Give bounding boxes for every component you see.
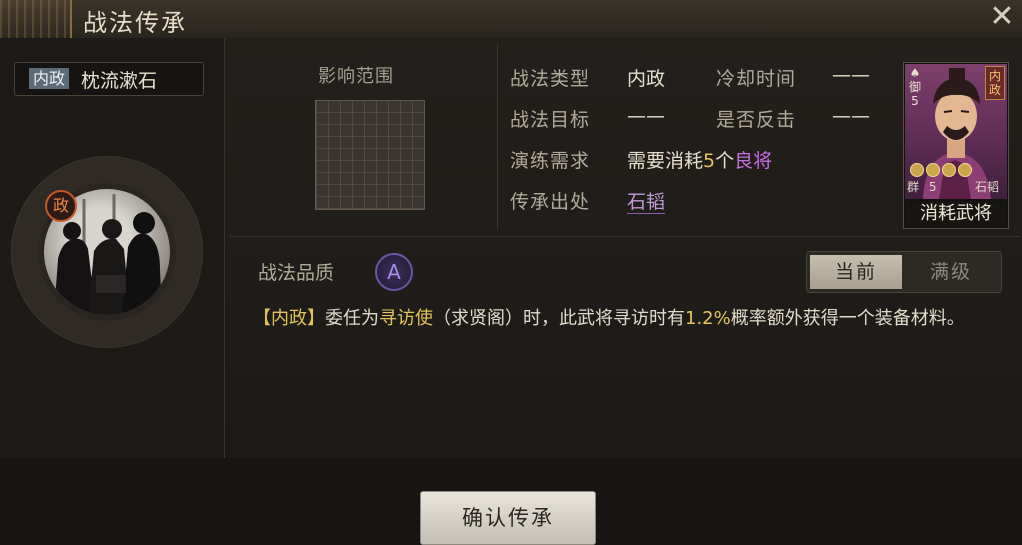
desc-part-2: （求贤阁）时，此武将寻访时有 [433,308,685,329]
range-label: 影响范围 [318,66,394,87]
type-label: 战法类型 [510,68,591,90]
source-link[interactable]: 石韬 [627,187,665,214]
cooldown-label: 冷却时间 [716,68,797,90]
require-label: 演练需求 [510,150,591,172]
quality-label: 战法品质 [258,262,335,284]
desc-role: 寻访使 [379,308,433,329]
general-cost: 5 [928,180,937,194]
consumed-general-card[interactable]: 内政 ♠ 御 5 群 5 石韬 消耗武将 [903,62,1009,229]
level-toggle: 当前 满级 [806,251,1002,293]
cooldown-value: —— [832,64,870,86]
general-tag: 内政 [985,66,1005,100]
require-rank: 良将 [734,150,773,172]
require-value: 需要消耗5个良将 [627,146,772,173]
counter-label: 是否反击 [716,109,797,131]
desc-part-1: 委任为 [325,308,379,329]
tab-current[interactable]: 当前 [810,255,902,289]
confirm-inherit-button[interactable]: 确认传承 [420,491,596,545]
skill-name-box: 内政 枕流漱石 [14,62,204,96]
skill-type-badge: 政 [45,190,77,222]
general-name: 石韬 [974,180,999,194]
type-value: 内政 [627,68,666,90]
desc-rate: 1.2% [685,308,731,329]
quality-grade-badge: A [375,253,413,291]
target-value: —— [627,105,665,127]
general-troop-value: 5 [911,94,919,108]
desc-tag: 【内政】 [253,308,325,329]
general-caption: 消耗武将 [905,201,1007,227]
window-title: 战法传承 [83,9,187,37]
skill-category-badge: 内政 [29,68,70,89]
range-grid [315,100,425,210]
star-icon [910,163,924,177]
title-bar: 战法传承 ✕ [0,0,1022,39]
tab-max-level[interactable]: 满级 [905,255,997,289]
desc-part-3: 概率额外获得一个装备材料。 [730,308,965,329]
skill-name: 枕流漱石 [81,70,158,92]
star-icon [926,163,940,177]
divider-vertical [497,44,498,229]
counter-value: —— [832,105,870,127]
spade-icon: ♠ [909,66,921,80]
divider-horizontal [230,236,1020,237]
require-prefix: 需要消耗 [627,150,704,172]
general-portrait: 内政 ♠ 御 5 群 5 石韬 [905,64,1007,199]
star-icon [958,163,972,177]
skill-description: 【内政】委任为寻访使（求贤阁）时，此武将寻访时有1.2%概率额外获得一个装备材料… [253,303,1003,335]
require-count: 5 [703,150,716,172]
target-label: 战法目标 [510,109,591,131]
star-icon [942,163,956,177]
general-info-row: 群 5 石韬 [907,178,1005,195]
general-troop-type: ♠ 御 5 [907,66,923,108]
source-label: 传承出处 [510,191,591,213]
general-troop-label: 御 [908,80,921,94]
general-faction: 群 [907,180,920,194]
close-icon[interactable]: ✕ [988,2,1016,32]
title-ornament [0,0,72,38]
require-unit: 个 [715,150,735,172]
